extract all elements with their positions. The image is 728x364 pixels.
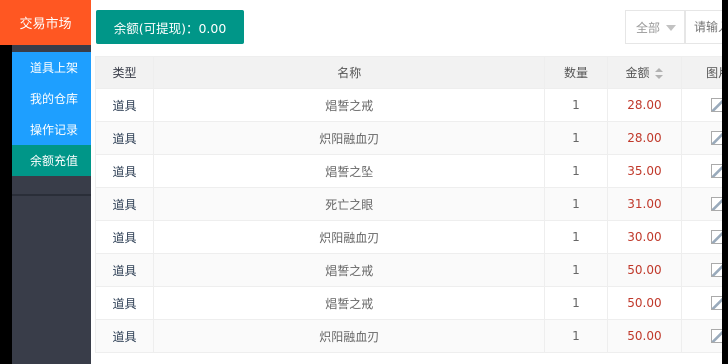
cell-quantity: 1 [544,154,608,188]
cell-amount: 30.00 [606,220,683,254]
cell-type: 道具 [94,286,155,320]
cell-name: 焻誓之坠 [153,154,546,188]
table-row: 道具 焻誓之坠 1 35.00 [94,154,728,188]
sidebar-menu: 道具上架 我的仓库 操作记录 余额充值 [12,52,91,176]
table-row: 道具 炽阳融血刃 1 50.00 [94,319,728,353]
cell-amount: 50.00 [606,319,683,353]
sidebar-item-list-item[interactable]: 道具上架 [12,52,91,83]
column-header-name: 名称 [153,56,546,89]
items-table: 类型 名称 数量 金额 图片 道具 焻誓之戒 1 28.00 道具 炽阳融血刃 … [94,56,728,353]
cell-quantity: 1 [544,88,608,122]
cell-type: 道具 [94,220,155,254]
cell-name: 炽阳融血刃 [153,220,546,254]
cell-name: 死亡之眼 [153,187,546,221]
table-body: 道具 焻誓之戒 1 28.00 道具 炽阳融血刃 1 28.00 道具 焻誓之坠… [94,88,728,353]
cell-type: 道具 [94,253,155,287]
table-row: 道具 焻誓之戒 1 50.00 [94,286,728,320]
sidebar-item-balance-recharge[interactable]: 余额充值 [12,145,91,176]
table-row: 道具 炽阳融血刃 1 30.00 [94,220,728,254]
balance-button[interactable]: 余额(可提现)：0.00 [96,10,244,44]
toolbar: 余额(可提现)：0.00 全部 [95,10,728,48]
cell-name: 焻誓之戒 [153,88,546,122]
cell-amount: 31.00 [606,187,683,221]
table-row: 道具 焻誓之戒 1 50.00 [94,253,728,287]
cell-quantity: 1 [544,253,608,287]
sort-icon[interactable] [655,67,664,80]
cell-name: 炽阳融血刃 [153,121,546,155]
cell-amount: 28.00 [606,88,683,122]
column-header-amount-label: 金额 [625,66,650,80]
cell-quantity: 1 [544,220,608,254]
cell-type: 道具 [94,121,155,155]
cell-type: 道具 [94,187,155,221]
sidebar-item-operation-log[interactable]: 操作记录 [12,114,91,145]
cell-quantity: 1 [544,187,608,221]
sidebar-shadow [0,45,12,364]
sidebar: 交易市场 道具上架 我的仓库 操作记录 余额充值 [0,0,91,364]
screen-edge [722,0,728,364]
cell-name: 炽阳融血刃 [153,319,546,353]
cell-name: 焻誓之戒 [153,253,546,287]
sidebar-title[interactable]: 交易市场 [0,0,91,45]
table-header-row: 类型 名称 数量 金额 图片 [94,56,728,89]
cell-quantity: 1 [544,286,608,320]
cell-type: 道具 [94,319,155,353]
column-header-amount[interactable]: 金额 [606,56,683,89]
cell-amount: 28.00 [606,121,683,155]
type-filter-select[interactable]: 全部 [625,10,685,44]
cell-quantity: 1 [544,121,608,155]
table-row: 道具 焻誓之戒 1 28.00 [94,88,728,122]
cell-name: 焻誓之戒 [153,286,546,320]
cell-amount: 35.00 [606,154,683,188]
column-header-quantity: 数量 [544,56,608,89]
main-content: 余额(可提现)：0.00 全部 类型 名称 数量 金额 图片 道具 焻誓之戒 1… [91,0,728,364]
table-row: 道具 死亡之眼 1 31.00 [94,187,728,221]
cell-quantity: 1 [544,319,608,353]
type-filter-value: 全部 [636,20,661,35]
cell-amount: 50.00 [606,286,683,320]
cell-amount: 50.00 [606,253,683,287]
table-row: 道具 炽阳融血刃 1 28.00 [94,121,728,155]
sidebar-divider [12,194,91,196]
cell-type: 道具 [94,154,155,188]
sidebar-item-my-warehouse[interactable]: 我的仓库 [12,83,91,114]
cell-type: 道具 [94,88,155,122]
column-header-type: 类型 [94,56,155,89]
caret-down-icon [666,25,676,31]
